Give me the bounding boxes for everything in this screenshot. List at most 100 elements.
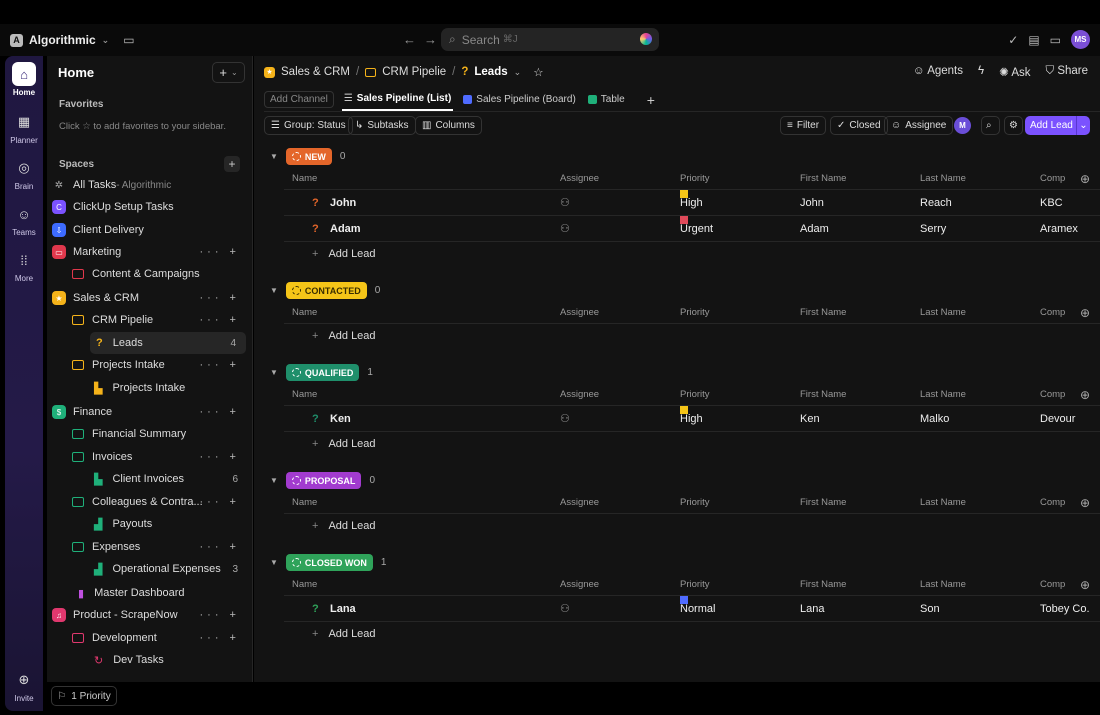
back-arrow-icon[interactable]: ← <box>403 32 416 47</box>
company-cell[interactable]: Devour <box>1040 406 1075 432</box>
sidebar-item-clickup-setup[interactable]: C ClickUp Setup Tasks <box>52 196 248 218</box>
add-view-button[interactable]: + <box>647 92 655 108</box>
sidebar-item-all-tasks[interactable]: ✲ All Tasks - Algorithmic <box>52 174 248 196</box>
group-header[interactable]: ▼ NEW 0 <box>270 148 345 165</box>
status-badge[interactable]: CLOSED WON <box>285 554 373 571</box>
column-header[interactable]: Name <box>292 168 317 190</box>
group-header[interactable]: ▼ CONTACTED 0 <box>270 282 380 299</box>
agents-button[interactable]: ☺ Agents <box>913 65 963 79</box>
column-header[interactable]: Assignee <box>560 168 599 190</box>
subtasks-button[interactable]: ↳ Subtasks <box>348 116 416 135</box>
status-badge[interactable]: PROPOSAL <box>285 472 362 489</box>
column-header[interactable]: First Name <box>800 492 846 514</box>
status-icon[interactable]: ? <box>312 406 319 432</box>
notepad-icon[interactable]: ▤ <box>1028 33 1039 47</box>
search-button[interactable]: ⌕ <box>981 116 1000 135</box>
add-column-icon[interactable]: ⊕ <box>1080 168 1090 190</box>
column-header[interactable]: First Name <box>800 168 846 190</box>
collapse-triangle-icon[interactable]: ▼ <box>270 558 278 567</box>
more-options-icon[interactable]: ··· + <box>200 609 240 621</box>
status-badge[interactable]: NEW <box>285 148 332 165</box>
sidebar-item-leads[interactable]: ? Leads 4 <box>90 332 246 354</box>
column-header[interactable]: Assignee <box>560 574 599 596</box>
first-name-cell[interactable]: Lana <box>800 596 824 622</box>
company-cell[interactable]: Tobey Co. <box>1040 596 1090 622</box>
more-options-icon[interactable]: ··· + <box>200 541 240 553</box>
sidebar-item-projects-intake-list[interactable]: ▙ Projects Intake <box>52 377 248 399</box>
column-header[interactable]: Priority <box>680 492 710 514</box>
sidebar-item-colleagues[interactable]: Colleagues & Contra... ··· + <box>52 491 248 513</box>
sidebar-item-payouts[interactable]: ▟ Payouts <box>52 513 248 535</box>
column-header[interactable]: Priority <box>680 384 710 406</box>
column-header[interactable]: First Name <box>800 574 846 596</box>
table-row[interactable]: ? Adam ⚇ Urgent Adam Serry Aramex <box>284 216 1100 242</box>
table-row[interactable]: ? John ⚇ High John Reach KBC <box>284 190 1100 216</box>
company-cell[interactable]: Aramex <box>1040 216 1078 242</box>
column-header[interactable]: Priority <box>680 168 710 190</box>
rail-teams[interactable]: ☺ Teams <box>5 202 43 238</box>
lead-name[interactable]: Ken <box>330 406 351 432</box>
column-header[interactable]: First Name <box>800 384 846 406</box>
share-button[interactable]: ⛉ Share <box>1045 65 1088 79</box>
more-options-icon[interactable]: ··· + <box>200 632 240 644</box>
settings-button[interactable]: ⚙ <box>1004 116 1023 135</box>
chevron-down-icon[interactable]: ⌄ <box>1076 116 1090 135</box>
column-header[interactable]: Assignee <box>560 492 599 514</box>
status-badge[interactable]: QUALIFIED <box>285 364 360 381</box>
first-name-cell[interactable]: Adam <box>800 216 829 242</box>
column-header[interactable]: Comp <box>1040 384 1065 406</box>
rail-invite[interactable]: ⊕ Invite <box>5 668 43 703</box>
lead-name[interactable]: John <box>330 190 356 216</box>
add-space-button[interactable]: + <box>224 156 240 172</box>
last-name-cell[interactable]: Reach <box>920 190 952 216</box>
video-icon[interactable]: ▭ <box>1050 33 1061 47</box>
sidebar-item-development[interactable]: Development ··· + <box>52 627 248 649</box>
column-header[interactable]: Priority <box>680 302 710 324</box>
breadcrumb-list[interactable]: Leads <box>474 66 507 78</box>
more-options-icon[interactable]: ··· + <box>200 246 240 258</box>
status-badge[interactable]: CONTACTED <box>285 282 367 299</box>
column-header[interactable]: Priority <box>680 574 710 596</box>
sidebar-item-product-scrapenow[interactable]: ♫ Product - ScrapeNow ··· + <box>52 604 248 626</box>
first-name-cell[interactable]: John <box>800 190 824 216</box>
sidebar-toggle-icon[interactable]: ▭ <box>123 33 134 47</box>
sidebar-item-finance[interactable]: $ Finance ··· + <box>52 401 248 423</box>
ai-brain-icon[interactable] <box>640 33 652 45</box>
add-lead-row[interactable]: + Add Lead <box>312 438 376 450</box>
sidebar-item-expenses[interactable]: Expenses ··· + <box>52 536 248 558</box>
sidebar-item-dev-tasks[interactable]: ↻ Dev Tasks <box>52 649 248 671</box>
assignee-placeholder-icon[interactable]: ⚇ <box>560 406 570 432</box>
sidebar-item-crm-pipelie[interactable]: CRM Pipelie ··· + <box>52 309 248 331</box>
lead-name[interactable]: Adam <box>330 216 361 242</box>
add-lead-row[interactable]: + Add Lead <box>312 520 376 532</box>
last-name-cell[interactable]: Son <box>920 596 940 622</box>
last-name-cell[interactable]: Serry <box>920 216 946 242</box>
table-row[interactable]: ? Lana ⚇ Normal Lana Son Tobey Co. <box>284 596 1100 622</box>
rail-more[interactable]: ⁞⁞ More <box>5 248 43 284</box>
assignee-button[interactable]: ☺ Assignee <box>884 116 954 135</box>
sidebar-item-content-campaigns[interactable]: Content & Campaigns <box>52 263 248 285</box>
column-header[interactable]: Name <box>292 574 317 596</box>
add-channel-button[interactable]: Add Channel <box>264 91 334 108</box>
column-header[interactable]: Last Name <box>920 492 966 514</box>
assignee-placeholder-icon[interactable]: ⚇ <box>560 596 570 622</box>
sidebar-item-invoices[interactable]: Invoices ··· + <box>52 446 248 468</box>
avatar[interactable]: MS <box>1071 30 1090 49</box>
assignee-placeholder-icon[interactable]: ⚇ <box>560 190 570 216</box>
tab-sales-pipeline-board[interactable]: Sales Pipeline (Board) <box>461 89 578 110</box>
priority-button[interactable]: ⚐ 1 Priority <box>51 686 117 706</box>
column-header[interactable]: Name <box>292 492 317 514</box>
column-header[interactable]: First Name <box>800 302 846 324</box>
group-by-button[interactable]: ☰ Group: Status <box>264 116 353 135</box>
column-header[interactable]: Comp <box>1040 492 1065 514</box>
ask-button[interactable]: ✺ Ask <box>999 65 1030 79</box>
create-button[interactable]: + ⌄ <box>212 62 245 83</box>
group-header[interactable]: ▼ CLOSED WON 1 <box>270 554 386 571</box>
collapse-triangle-icon[interactable]: ▼ <box>270 286 278 295</box>
group-header[interactable]: ▼ PROPOSAL 0 <box>270 472 375 489</box>
sidebar-item-sales-crm[interactable]: ★ Sales & CRM ··· + <box>52 287 248 309</box>
status-icon[interactable]: ? <box>312 190 319 216</box>
column-header[interactable]: Comp <box>1040 574 1065 596</box>
add-lead-row[interactable]: + Add Lead <box>312 628 376 640</box>
column-header[interactable]: Last Name <box>920 574 966 596</box>
